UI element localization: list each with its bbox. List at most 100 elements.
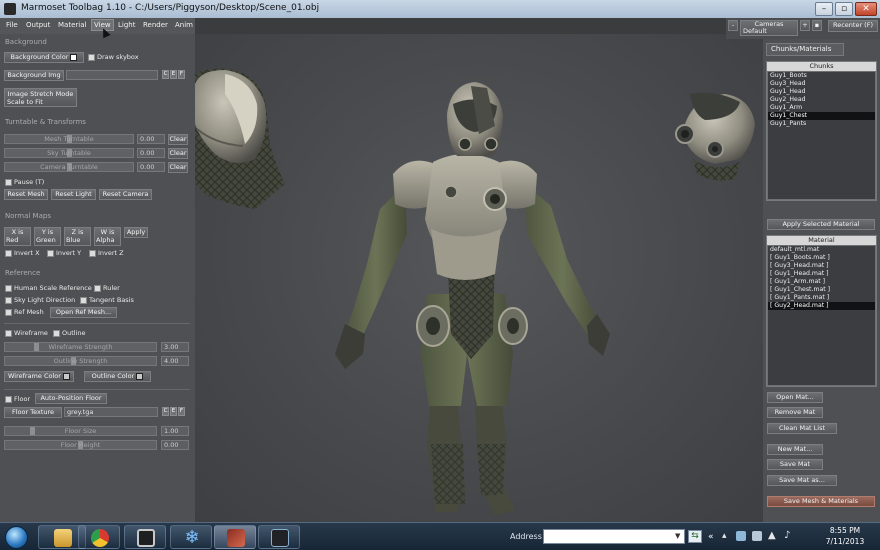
open-ref-mesh-button[interactable]: Open Ref Mesh... bbox=[50, 307, 117, 318]
new-mat-button[interactable]: New Mat... bbox=[767, 444, 823, 455]
taskbar-marmoset[interactable] bbox=[214, 525, 256, 549]
y-is-green-button[interactable]: Y is Green bbox=[34, 227, 61, 246]
invert-x-checkbox[interactable] bbox=[5, 250, 12, 257]
volume-icon[interactable]: ♪ bbox=[784, 530, 790, 541]
list-item[interactable]: Guy2_Head bbox=[768, 96, 875, 104]
human-scale-checkbox[interactable] bbox=[5, 285, 12, 292]
background-img-clear-button[interactable]: C bbox=[162, 70, 169, 79]
camera-turntable-value[interactable]: 0.00 bbox=[137, 162, 165, 172]
list-item[interactable]: Guy1_Head bbox=[768, 88, 875, 96]
tangent-basis-checkbox[interactable] bbox=[80, 297, 87, 304]
outline-color-button[interactable]: Outline Color bbox=[84, 371, 151, 382]
z-is-blue-button[interactable]: Z is Blue bbox=[64, 227, 91, 246]
floor-texture-button[interactable]: Floor Texture bbox=[4, 407, 62, 418]
list-item[interactable]: [ Guy1_Pants.mat ] bbox=[768, 294, 875, 302]
clock-time[interactable]: 8:55 PM bbox=[820, 526, 870, 535]
floor-size-value[interactable]: 1.00 bbox=[161, 426, 189, 436]
lock-camera-button[interactable]: ▪ bbox=[812, 20, 822, 31]
background-img-field[interactable] bbox=[66, 70, 158, 80]
tab-chunks-materials[interactable]: Chunks/Materials bbox=[766, 43, 844, 56]
wireframe-strength-slider[interactable]: Wireframe Strength bbox=[4, 342, 157, 352]
floor-height-slider[interactable]: Floor Height bbox=[4, 440, 157, 450]
list-item[interactable]: default_mtl.mat bbox=[768, 246, 875, 254]
wireframe-checkbox[interactable] bbox=[5, 330, 12, 337]
wireframe-color-button[interactable]: Wireframe Color bbox=[4, 371, 74, 382]
clock-date[interactable]: 7/11/2013 bbox=[820, 537, 870, 546]
menu-file[interactable]: File bbox=[6, 21, 18, 29]
outline-checkbox[interactable] bbox=[53, 330, 60, 337]
tray-up-icon[interactable]: ▴ bbox=[722, 531, 727, 541]
close-button[interactable]: ✕ bbox=[855, 2, 877, 16]
list-item[interactable]: Guy3_Head bbox=[768, 80, 875, 88]
x-is-red-button[interactable]: X is Red bbox=[4, 227, 31, 246]
go-arrow-icon[interactable]: ⇆ bbox=[688, 530, 702, 543]
menu-output[interactable]: Output bbox=[26, 21, 50, 29]
save-mat-as-button[interactable]: Save Mat as... bbox=[767, 475, 837, 486]
background-img-file-button[interactable]: F bbox=[178, 70, 185, 79]
remove-camera-button[interactable]: - bbox=[728, 20, 738, 31]
mesh-turntable-value[interactable]: 0.00 bbox=[137, 134, 165, 144]
floor-checkbox[interactable] bbox=[5, 396, 12, 403]
taskbar-toolbag[interactable] bbox=[258, 525, 300, 549]
menu-light[interactable]: Light bbox=[118, 21, 135, 29]
list-item[interactable]: [ Guy1_Head.mat ] bbox=[768, 270, 875, 278]
signal-icon[interactable]: ▲ bbox=[768, 530, 776, 541]
background-img-edit-button[interactable]: E bbox=[170, 70, 177, 79]
title-bar[interactable]: Marmoset Toolbag 1.10 - C:/Users/Piggyso… bbox=[0, 0, 880, 18]
3d-viewport[interactable] bbox=[195, 34, 763, 522]
reset-mesh-button[interactable]: Reset Mesh bbox=[4, 189, 48, 200]
network-icon[interactable] bbox=[736, 531, 746, 541]
pause-checkbox[interactable] bbox=[5, 179, 12, 186]
ref-mesh-checkbox[interactable] bbox=[5, 309, 12, 316]
invert-y-checkbox[interactable] bbox=[47, 250, 54, 257]
background-img-button[interactable]: Background Img bbox=[4, 70, 64, 81]
normal-apply-button[interactable]: Apply bbox=[124, 227, 148, 238]
list-item[interactable]: [ Guy3_Head.mat ] bbox=[768, 262, 875, 270]
invert-z-checkbox[interactable] bbox=[89, 250, 96, 257]
list-item[interactable]: Guy1_Pants bbox=[768, 120, 875, 128]
reset-light-button[interactable]: Reset Light bbox=[51, 189, 96, 200]
chevron-icon[interactable]: « bbox=[708, 532, 714, 542]
apply-selected-material-button[interactable]: Apply Selected Material bbox=[767, 219, 875, 230]
outline-strength-slider[interactable]: Outline Strength bbox=[4, 356, 157, 366]
w-is-alpha-button[interactable]: W is Alpha bbox=[94, 227, 121, 246]
material-list[interactable]: default_mtl.mat [ Guy1_Boots.mat ] [ Guy… bbox=[767, 245, 876, 386]
chunks-list[interactable]: Guy1_Boots Guy3_Head Guy1_Head Guy2_Head… bbox=[767, 71, 876, 200]
list-item[interactable]: [ Guy1_Arm.mat ] bbox=[768, 278, 875, 286]
sky-turntable-value[interactable]: 0.00 bbox=[137, 148, 165, 158]
floor-texture-edit-button[interactable]: E bbox=[170, 407, 177, 416]
list-item-selected[interactable]: Guy1_Chest bbox=[768, 112, 875, 120]
list-item[interactable]: Guy1_Arm bbox=[768, 104, 875, 112]
camera-turntable-slider[interactable]: Camera Turntable bbox=[4, 162, 134, 172]
background-color-button[interactable]: Background Color bbox=[4, 52, 84, 63]
remove-mat-button[interactable]: Remove Mat bbox=[767, 407, 823, 418]
taskbar-snowflake[interactable]: ❄ bbox=[170, 525, 212, 549]
menu-material[interactable]: Material bbox=[58, 21, 86, 29]
start-button[interactable] bbox=[5, 526, 28, 549]
address-dropdown-icon[interactable]: ▼ bbox=[675, 532, 680, 540]
list-item[interactable]: [ Guy1_Chest.mat ] bbox=[768, 286, 875, 294]
camera-turntable-clear-button[interactable]: Clear bbox=[168, 162, 188, 173]
sky-light-direction-checkbox[interactable] bbox=[5, 297, 12, 304]
cameras-dropdown[interactable]: Cameras Default bbox=[740, 20, 798, 36]
menu-anim[interactable]: Anim bbox=[175, 21, 193, 29]
save-mat-button[interactable]: Save Mat bbox=[767, 459, 823, 470]
floor-texture-file-button[interactable]: F bbox=[178, 407, 185, 416]
menu-render[interactable]: Render bbox=[143, 21, 168, 29]
outline-strength-value[interactable]: 4.00 bbox=[161, 356, 189, 366]
list-item[interactable]: [ Guy1_Boots.mat ] bbox=[768, 254, 875, 262]
floor-height-value[interactable]: 0.00 bbox=[161, 440, 189, 450]
sky-turntable-slider[interactable]: Sky Turntable bbox=[4, 148, 134, 158]
save-mesh-materials-button[interactable]: Save Mesh & Materials bbox=[767, 496, 875, 507]
mesh-turntable-slider[interactable]: Mesh Turntable bbox=[4, 134, 134, 144]
address-input[interactable] bbox=[543, 529, 685, 544]
minimize-button[interactable]: – bbox=[815, 2, 833, 16]
clean-mat-list-button[interactable]: Clean Mat List bbox=[767, 423, 837, 434]
wireframe-strength-value[interactable]: 3.00 bbox=[161, 342, 189, 352]
open-mat-button[interactable]: Open Mat... bbox=[767, 392, 823, 403]
mesh-turntable-clear-button[interactable]: Clear bbox=[168, 134, 188, 145]
floor-texture-field[interactable]: grey.tga bbox=[64, 407, 158, 417]
floor-texture-clear-button[interactable]: C bbox=[162, 407, 169, 416]
list-item[interactable]: Guy1_Boots bbox=[768, 72, 875, 80]
image-stretch-mode-button[interactable]: Image Stretch Mode Scale to Fit bbox=[4, 88, 77, 107]
